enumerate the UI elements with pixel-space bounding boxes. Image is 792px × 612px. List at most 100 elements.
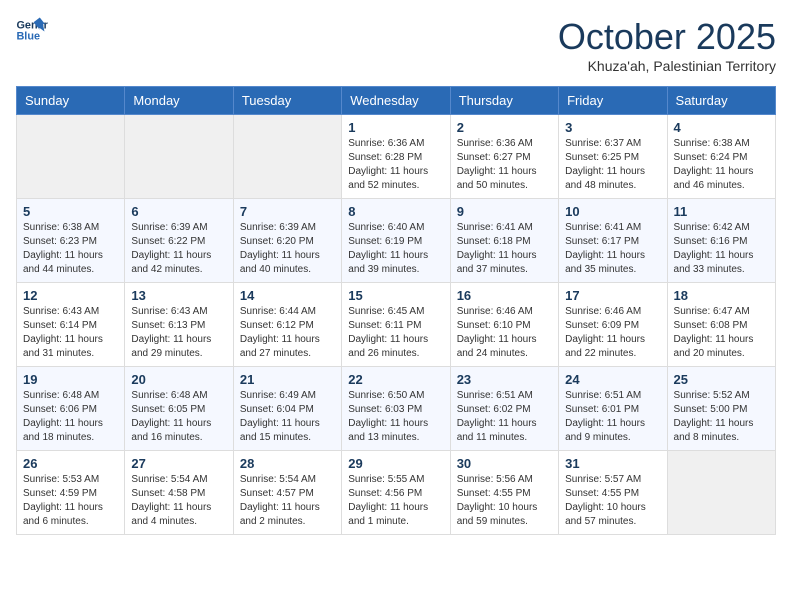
day-info: Sunrise: 6:37 AM Sunset: 6:25 PM Dayligh… bbox=[565, 137, 660, 193]
day-info: Sunrise: 6:48 AM Sunset: 6:06 PM Dayligh… bbox=[23, 389, 118, 445]
day-number: 10 bbox=[565, 204, 660, 219]
day-number: 31 bbox=[565, 456, 660, 471]
day-info: Sunrise: 6:36 AM Sunset: 6:27 PM Dayligh… bbox=[457, 137, 552, 193]
calendar-cell: 29 Sunrise: 5:55 AM Sunset: 4:56 PM Dayli… bbox=[342, 451, 450, 535]
day-info: Sunrise: 6:41 AM Sunset: 6:17 PM Dayligh… bbox=[565, 221, 660, 277]
day-number: 9 bbox=[457, 204, 552, 219]
calendar-table: SundayMondayTuesdayWednesdayThursdayFrid… bbox=[16, 86, 776, 535]
calendar-cell: 24Sunrise: 6:51 AM Sunset: 6:01 PM Dayli… bbox=[559, 367, 667, 451]
calendar-cell: 11Sunrise: 6:42 AM Sunset: 6:16 PM Dayli… bbox=[667, 199, 775, 283]
calendar-cell: 27Sunrise: 5:54 AM Sunset: 4:58 PM Dayli… bbox=[125, 451, 233, 535]
day-number: 22 bbox=[348, 372, 443, 387]
calendar-cell: 26 Sunrise: 5:53 AM Sunset: 4:59 PM Dayli… bbox=[17, 451, 125, 535]
day-info: Sunrise: 5:54 AM Sunset: 4:58 PM Dayligh… bbox=[131, 473, 226, 529]
calendar-cell: 8 Sunrise: 6:40 AM Sunset: 6:19 PM Daylig… bbox=[342, 199, 450, 283]
day-info: Sunrise: 5:56 AM Sunset: 4:55 PM Dayligh… bbox=[457, 473, 552, 529]
day-info: Sunrise: 6:47 AM Sunset: 6:08 PM Dayligh… bbox=[674, 305, 769, 361]
day-number: 23 bbox=[457, 372, 552, 387]
location: Khuza'ah, Palestinian Territory bbox=[558, 58, 776, 74]
day-info: Sunrise: 5:54 AM Sunset: 4:57 PM Dayligh… bbox=[240, 473, 335, 529]
day-info: Sunrise: 6:44 AM Sunset: 6:12 PM Dayligh… bbox=[240, 305, 335, 361]
day-number: 1 bbox=[348, 120, 443, 135]
calendar-cell: 1 Sunrise: 6:36 AM Sunset: 6:28 PM Daylig… bbox=[342, 115, 450, 199]
day-info: Sunrise: 6:43 AM Sunset: 6:13 PM Dayligh… bbox=[131, 305, 226, 361]
day-info: Sunrise: 5:53 AM Sunset: 4:59 PM Dayligh… bbox=[23, 473, 118, 529]
calendar-week-row: 1 Sunrise: 6:36 AM Sunset: 6:28 PM Daylig… bbox=[17, 115, 776, 199]
day-number: 17 bbox=[565, 288, 660, 303]
day-number: 20 bbox=[131, 372, 226, 387]
day-info: Sunrise: 6:48 AM Sunset: 6:05 PM Dayligh… bbox=[131, 389, 226, 445]
day-info: Sunrise: 6:41 AM Sunset: 6:18 PM Dayligh… bbox=[457, 221, 552, 277]
day-info: Sunrise: 6:39 AM Sunset: 6:20 PM Dayligh… bbox=[240, 221, 335, 277]
month-title: October 2025 bbox=[558, 16, 776, 58]
calendar-cell: 23 Sunrise: 6:51 AM Sunset: 6:02 PM Dayli… bbox=[450, 367, 558, 451]
calendar-cell bbox=[17, 115, 125, 199]
calendar-cell: 28 Sunrise: 5:54 AM Sunset: 4:57 PM Dayli… bbox=[233, 451, 341, 535]
calendar-cell: 19 Sunrise: 6:48 AM Sunset: 6:06 PM Dayli… bbox=[17, 367, 125, 451]
day-info: Sunrise: 6:46 AM Sunset: 6:10 PM Dayligh… bbox=[457, 305, 552, 361]
day-info: Sunrise: 5:52 AM Sunset: 5:00 PM Dayligh… bbox=[674, 389, 769, 445]
day-info: Sunrise: 6:42 AM Sunset: 6:16 PM Dayligh… bbox=[674, 221, 769, 277]
day-number: 7 bbox=[240, 204, 335, 219]
day-info: Sunrise: 5:57 AM Sunset: 4:55 PM Dayligh… bbox=[565, 473, 660, 529]
day-number: 21 bbox=[240, 372, 335, 387]
title-block: October 2025 Khuza'ah, Palestinian Terri… bbox=[558, 16, 776, 74]
column-header-saturday: Saturday bbox=[667, 87, 775, 115]
calendar-week-row: 19 Sunrise: 6:48 AM Sunset: 6:06 PM Dayli… bbox=[17, 367, 776, 451]
calendar-cell: 16 Sunrise: 6:46 AM Sunset: 6:10 PM Dayli… bbox=[450, 283, 558, 367]
day-number: 6 bbox=[131, 204, 226, 219]
calendar-header-row: SundayMondayTuesdayWednesdayThursdayFrid… bbox=[17, 87, 776, 115]
day-info: Sunrise: 6:40 AM Sunset: 6:19 PM Dayligh… bbox=[348, 221, 443, 277]
calendar-cell: 22 Sunrise: 6:50 AM Sunset: 6:03 PM Dayli… bbox=[342, 367, 450, 451]
day-number: 4 bbox=[674, 120, 769, 135]
column-header-wednesday: Wednesday bbox=[342, 87, 450, 115]
day-info: Sunrise: 6:51 AM Sunset: 6:02 PM Dayligh… bbox=[457, 389, 552, 445]
day-number: 19 bbox=[23, 372, 118, 387]
calendar-cell: 17 Sunrise: 6:46 AM Sunset: 6:09 PM Dayli… bbox=[559, 283, 667, 367]
day-info: Sunrise: 6:50 AM Sunset: 6:03 PM Dayligh… bbox=[348, 389, 443, 445]
day-info: Sunrise: 6:46 AM Sunset: 6:09 PM Dayligh… bbox=[565, 305, 660, 361]
day-number: 5 bbox=[23, 204, 118, 219]
day-info: Sunrise: 6:36 AM Sunset: 6:28 PM Dayligh… bbox=[348, 137, 443, 193]
calendar-cell: 5 Sunrise: 6:38 AM Sunset: 6:23 PM Daylig… bbox=[17, 199, 125, 283]
calendar-cell: 3Sunrise: 6:37 AM Sunset: 6:25 PM Daylig… bbox=[559, 115, 667, 199]
day-info: Sunrise: 6:39 AM Sunset: 6:22 PM Dayligh… bbox=[131, 221, 226, 277]
day-number: 8 bbox=[348, 204, 443, 219]
calendar-cell: 25 Sunrise: 5:52 AM Sunset: 5:00 PM Dayli… bbox=[667, 367, 775, 451]
day-number: 13 bbox=[131, 288, 226, 303]
calendar-cell bbox=[233, 115, 341, 199]
day-number: 25 bbox=[674, 372, 769, 387]
day-info: Sunrise: 6:49 AM Sunset: 6:04 PM Dayligh… bbox=[240, 389, 335, 445]
calendar-cell bbox=[667, 451, 775, 535]
page-header: General Blue October 2025 Khuza'ah, Pale… bbox=[16, 16, 776, 74]
calendar-cell: 18 Sunrise: 6:47 AM Sunset: 6:08 PM Dayli… bbox=[667, 283, 775, 367]
day-number: 18 bbox=[674, 288, 769, 303]
day-info: Sunrise: 6:45 AM Sunset: 6:11 PM Dayligh… bbox=[348, 305, 443, 361]
calendar-cell: 15 Sunrise: 6:45 AM Sunset: 6:11 PM Dayli… bbox=[342, 283, 450, 367]
day-number: 28 bbox=[240, 456, 335, 471]
calendar-cell bbox=[125, 115, 233, 199]
day-info: Sunrise: 6:43 AM Sunset: 6:14 PM Dayligh… bbox=[23, 305, 118, 361]
day-number: 15 bbox=[348, 288, 443, 303]
column-header-friday: Friday bbox=[559, 87, 667, 115]
calendar-cell: 13 Sunrise: 6:43 AM Sunset: 6:13 PM Dayli… bbox=[125, 283, 233, 367]
calendar-cell: 20 Sunrise: 6:48 AM Sunset: 6:05 PM Dayli… bbox=[125, 367, 233, 451]
logo-icon: General Blue bbox=[16, 16, 48, 44]
column-header-monday: Monday bbox=[125, 87, 233, 115]
day-number: 16 bbox=[457, 288, 552, 303]
calendar-cell: 21 Sunrise: 6:49 AM Sunset: 6:04 PM Dayli… bbox=[233, 367, 341, 451]
calendar-cell: 4Sunrise: 6:38 AM Sunset: 6:24 PM Daylig… bbox=[667, 115, 775, 199]
calendar-cell: 2Sunrise: 6:36 AM Sunset: 6:27 PM Daylig… bbox=[450, 115, 558, 199]
svg-text:Blue: Blue bbox=[16, 30, 40, 42]
day-info: Sunrise: 5:55 AM Sunset: 4:56 PM Dayligh… bbox=[348, 473, 443, 529]
day-number: 24 bbox=[565, 372, 660, 387]
day-info: Sunrise: 6:38 AM Sunset: 6:23 PM Dayligh… bbox=[23, 221, 118, 277]
calendar-cell: 14Sunrise: 6:44 AM Sunset: 6:12 PM Dayli… bbox=[233, 283, 341, 367]
column-header-tuesday: Tuesday bbox=[233, 87, 341, 115]
calendar-cell: 30Sunrise: 5:56 AM Sunset: 4:55 PM Dayli… bbox=[450, 451, 558, 535]
day-number: 26 bbox=[23, 456, 118, 471]
calendar-cell: 9 Sunrise: 6:41 AM Sunset: 6:18 PM Daylig… bbox=[450, 199, 558, 283]
calendar-week-row: 12Sunrise: 6:43 AM Sunset: 6:14 PM Dayli… bbox=[17, 283, 776, 367]
day-number: 29 bbox=[348, 456, 443, 471]
calendar-cell: 31 Sunrise: 5:57 AM Sunset: 4:55 PM Dayli… bbox=[559, 451, 667, 535]
